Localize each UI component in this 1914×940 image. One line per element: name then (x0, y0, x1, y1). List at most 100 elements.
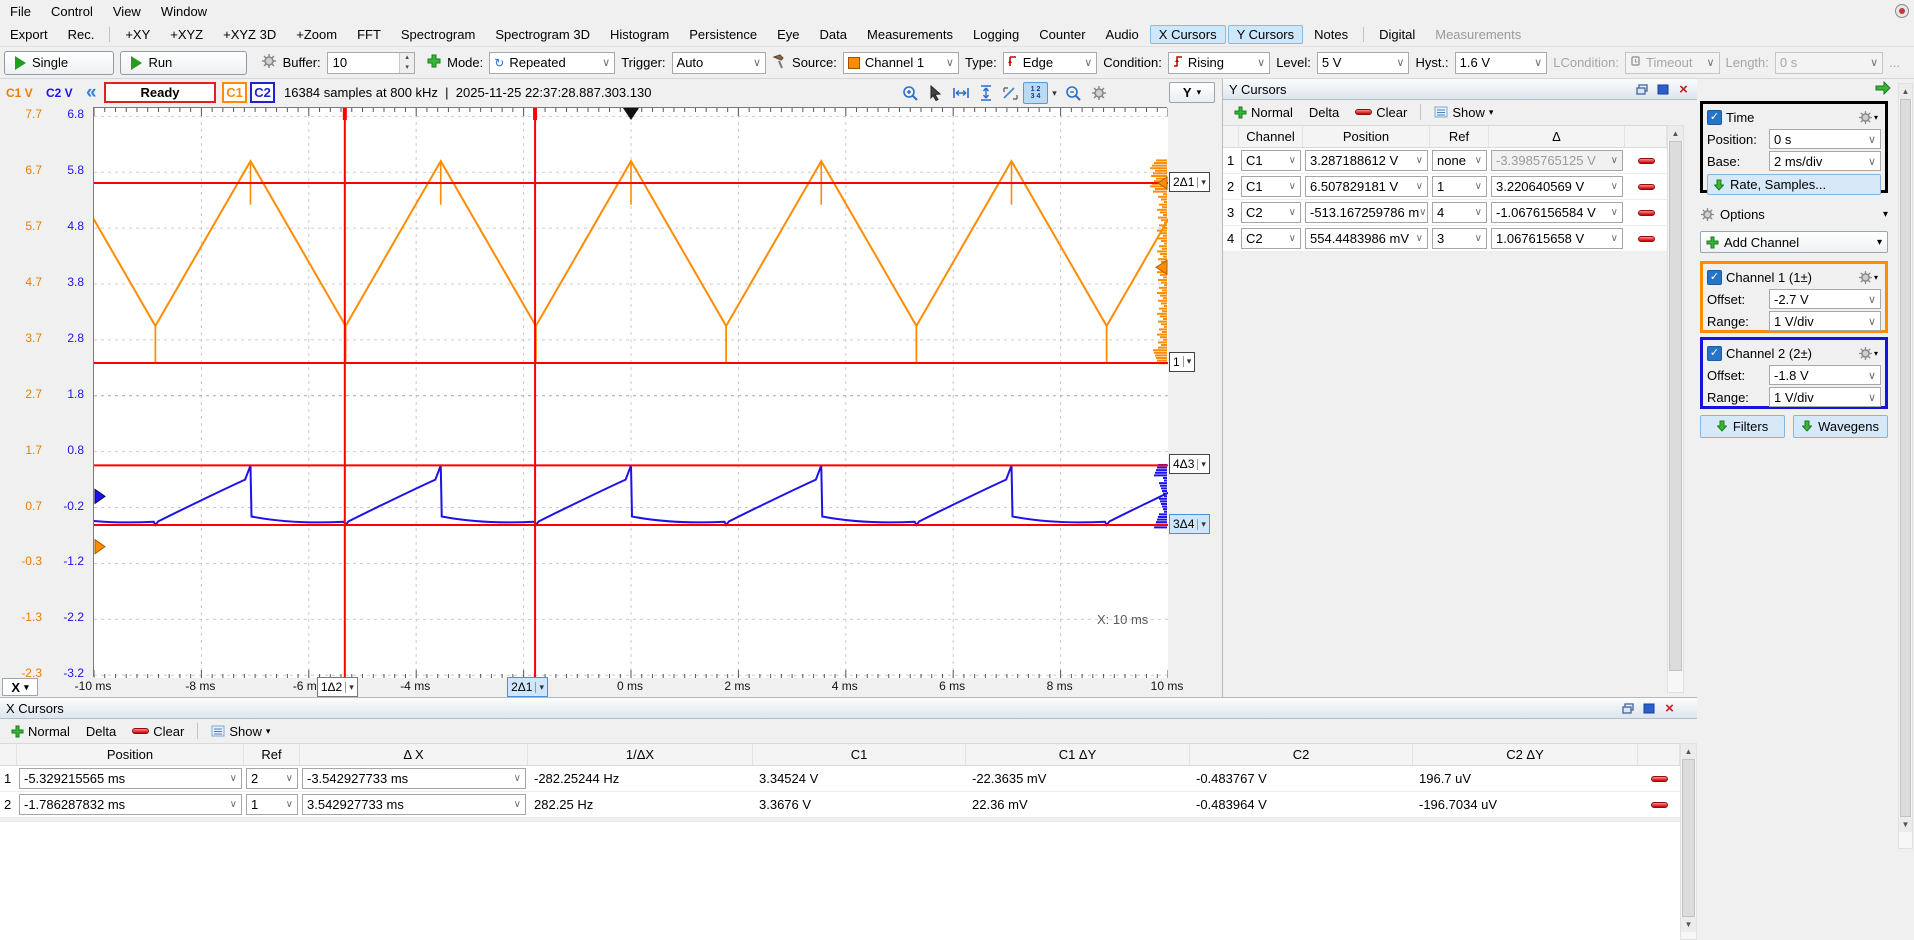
clear-cursors-button[interactable]: Clear (126, 722, 190, 741)
channel1-badge[interactable]: C1 (222, 82, 247, 103)
delete-cursor-button[interactable] (1638, 210, 1655, 216)
position-select[interactable]: 6.507829181 V∨ (1305, 176, 1428, 197)
delete-cursor-button[interactable] (1651, 802, 1668, 808)
position-select[interactable]: -5.329215565 ms∨ (19, 768, 242, 789)
tab-export[interactable]: Export (1, 25, 57, 44)
hysteresis-select[interactable]: 1.6 V ∨ (1455, 52, 1548, 74)
show-menu-button[interactable]: Show ▾ (1428, 103, 1499, 122)
maximize-icon[interactable] (1641, 702, 1656, 715)
time-checkbox[interactable]: ✓ (1707, 110, 1722, 125)
time-base-select[interactable]: 2 ms/div ∨ (1769, 151, 1881, 171)
ref-select[interactable]: 3∨ (1432, 228, 1487, 249)
y-cursor-tab-3Δ4[interactable]: 3Δ4▾ (1169, 514, 1210, 534)
scroll-up-icon[interactable]: ▲ (1668, 126, 1683, 141)
ref-select[interactable]: 2∨ (246, 768, 298, 789)
zoom-out-icon[interactable] (1061, 82, 1086, 104)
tab-x-cursors[interactable]: X Cursors (1150, 25, 1226, 44)
expand-right-icon[interactable] (1875, 81, 1891, 98)
single-button[interactable]: Single (4, 51, 114, 75)
level-select[interactable]: 5 V ∨ (1317, 52, 1410, 74)
menu-window[interactable]: Window (151, 0, 217, 23)
mode-select[interactable]: ↻ Repeated ∨ (489, 52, 615, 74)
measure-icon[interactable] (998, 82, 1023, 104)
options-row[interactable]: Options ▾ (1700, 203, 1888, 225)
tab-data[interactable]: Data (811, 25, 856, 44)
fit-horizontal-icon[interactable] (948, 82, 973, 104)
tab-audio[interactable]: Audio (1097, 25, 1148, 44)
position-select[interactable]: 554.4483986 mV∨ (1305, 228, 1428, 249)
channel2-offset-select[interactable]: -1.8 V ∨ (1769, 365, 1881, 385)
restore-icon[interactable] (1620, 702, 1635, 715)
ref-select[interactable]: 4∨ (1432, 202, 1487, 223)
x-cursor-tab-1Δ2[interactable]: 1Δ2▾ (317, 677, 358, 697)
tab-counter[interactable]: Counter (1030, 25, 1094, 44)
tab-rec-[interactable]: Rec. (59, 25, 104, 44)
waveform-plot[interactable]: X: 10 ms (93, 107, 1167, 677)
wavegens-button[interactable]: Wavegens (1793, 415, 1888, 438)
restore-icon[interactable] (1634, 83, 1649, 96)
tab-digital[interactable]: Digital (1370, 25, 1424, 44)
channel-select[interactable]: C2∨ (1241, 228, 1301, 249)
delta-select[interactable]: -3.3985765125 V∨ (1491, 150, 1623, 171)
zoom-in-icon[interactable] (898, 82, 923, 104)
y-cursors-scrollbar[interactable]: ▲ (1667, 125, 1684, 693)
gear-icon[interactable] (261, 53, 277, 72)
delta-select[interactable]: -1.0676156584 V∨ (1491, 202, 1623, 223)
spinner-arrows-icon[interactable]: ▴▾ (399, 53, 414, 73)
y-axis-selector-button[interactable]: Y ▾ (1169, 82, 1215, 103)
channel2-range-select[interactable]: 1 V/div ∨ (1769, 387, 1881, 407)
delete-cursor-button[interactable] (1638, 158, 1655, 164)
add-channel-button[interactable]: Add Channel ▾ (1700, 231, 1888, 253)
buffer-spinner[interactable]: 10 ▴▾ (327, 52, 415, 74)
pointer-icon[interactable] (923, 82, 948, 104)
y-cursor-tab-2Δ1[interactable]: 2Δ1▾ (1169, 172, 1210, 192)
tab--zoom[interactable]: +Zoom (287, 25, 346, 44)
fit-vertical-icon[interactable] (973, 82, 998, 104)
source-select[interactable]: Channel 1 ∨ (843, 52, 959, 74)
run-button[interactable]: Run (120, 51, 246, 75)
tab--xy[interactable]: +XY (116, 25, 159, 44)
ref-select[interactable]: none∨ (1432, 150, 1487, 171)
clear-cursors-button[interactable]: Clear (1349, 103, 1413, 122)
condition-select[interactable]: Rising ∨ (1168, 52, 1270, 74)
delete-cursor-button[interactable] (1651, 776, 1668, 782)
menu-file[interactable]: File (0, 0, 41, 23)
y-cursor-tab-1[interactable]: 1▾ (1169, 352, 1195, 372)
tab-notes[interactable]: Notes (1305, 25, 1357, 44)
channel2-checkbox[interactable]: ✓ (1707, 346, 1722, 361)
scroll-up-icon[interactable]: ▲ (1899, 84, 1912, 99)
tab-spectrogram[interactable]: Spectrogram (392, 25, 484, 44)
tab-measurements[interactable]: Measurements (858, 25, 962, 44)
menu-view[interactable]: View (103, 0, 151, 23)
tab-histogram[interactable]: Histogram (601, 25, 678, 44)
tab--xyz-3d[interactable]: +XYZ 3D (214, 25, 285, 44)
position-select[interactable]: -1.786287832 ms∨ (19, 794, 242, 815)
filters-button[interactable]: Filters (1700, 415, 1785, 438)
add-delta-cursor-button[interactable]: Delta (1303, 103, 1345, 122)
add-normal-cursor-button[interactable]: Normal (1228, 103, 1299, 122)
delta-x-select[interactable]: 3.542927733 ms∨ (302, 794, 526, 815)
ref-select[interactable]: 1∨ (1432, 176, 1487, 197)
show-menu-button[interactable]: Show ▾ (205, 722, 276, 741)
tab-fft[interactable]: FFT (348, 25, 390, 44)
position-select[interactable]: 3.287188612 V∨ (1305, 150, 1428, 171)
channel2-gear-icon[interactable]: ▾ (1855, 344, 1881, 362)
quadrant-view-button[interactable]: 1 23 4 (1023, 82, 1048, 104)
sidebar-scrollbar[interactable]: ▲ ▼ (1898, 83, 1913, 849)
channel1-range-select[interactable]: 1 V/div ∨ (1769, 311, 1881, 331)
tab-logging[interactable]: Logging (964, 25, 1028, 44)
add-delta-cursor-button[interactable]: Delta (80, 722, 122, 741)
collapse-left-icon[interactable]: « (86, 82, 97, 104)
time-position-select[interactable]: 0 s ∨ (1769, 129, 1881, 149)
scroll-up-icon[interactable]: ▲ (1681, 744, 1696, 759)
scroll-thumb[interactable] (1682, 759, 1695, 917)
delete-cursor-button[interactable] (1638, 236, 1655, 242)
channel2-badge[interactable]: C2 (250, 82, 275, 103)
tab-eye[interactable]: Eye (768, 25, 808, 44)
channel1-gear-icon[interactable]: ▾ (1855, 268, 1881, 286)
rate-samples-button[interactable]: Rate, Samples... (1707, 174, 1881, 195)
close-icon[interactable]: × (1662, 702, 1677, 715)
x-axis-selector-button[interactable]: X ▾ (2, 678, 38, 696)
position-select[interactable]: -513.167259786 m∨ (1305, 202, 1428, 223)
toolbar-more[interactable]: ... (1889, 55, 1900, 70)
